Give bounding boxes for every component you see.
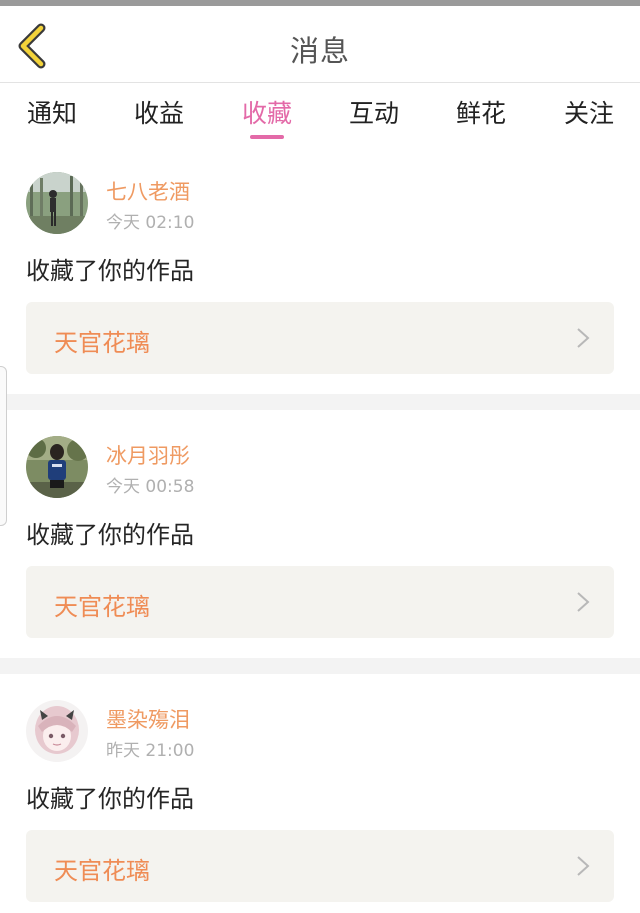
active-tab-indicator: [250, 135, 284, 139]
action-text: 收藏了你的作品: [26, 785, 194, 813]
work-title: 天官花璃: [54, 329, 150, 357]
tab-following[interactable]: 关注: [549, 94, 629, 144]
timestamp: 今天 02:10: [106, 213, 195, 233]
work-title: 天官花璃: [54, 857, 150, 885]
tab-label: 通知: [26, 99, 77, 128]
header-bar: 消息: [0, 6, 640, 83]
avatar-photo-person-icon[interactable]: [26, 436, 88, 498]
tab-bar: 通知 收益 收藏 互动 鲜花 关注: [0, 84, 640, 148]
list-item: 冰月羽彤 今天 00:58 收藏了你的作品 天官花璃: [0, 412, 640, 658]
tab-label: 收藏: [241, 99, 292, 128]
work-title: 天官花璃: [54, 593, 150, 621]
tab-earnings[interactable]: 收益: [119, 94, 199, 144]
tab-favorites[interactable]: 收藏: [227, 94, 307, 144]
chevron-right-icon: [577, 856, 590, 876]
work-link[interactable]: 天官花璃: [26, 302, 614, 374]
username[interactable]: 冰月羽彤: [106, 440, 190, 470]
action-text: 收藏了你的作品: [26, 521, 194, 549]
tab-flowers[interactable]: 鲜花: [441, 94, 521, 144]
tab-interactions[interactable]: 互动: [334, 94, 414, 144]
tab-label: 鲜花: [455, 99, 506, 128]
section-divider: [0, 394, 640, 410]
username[interactable]: 墨染殤泪: [106, 704, 190, 734]
tab-label: 关注: [563, 99, 614, 128]
timestamp: 今天 00:58: [106, 477, 195, 497]
timestamp: 昨天 21:00: [106, 741, 195, 761]
chevron-right-icon: [577, 592, 590, 612]
tab-label: 收益: [133, 99, 184, 128]
avatar-photo-outdoor-icon[interactable]: [26, 172, 88, 234]
section-divider: [0, 658, 640, 674]
work-link[interactable]: 天官花璃: [26, 566, 614, 638]
edge-panel-handle[interactable]: [0, 366, 7, 526]
tab-notifications[interactable]: 通知: [12, 94, 92, 144]
work-link[interactable]: 天官花璃: [26, 830, 614, 902]
avatar-anime-girl-icon[interactable]: [26, 700, 88, 762]
page-title: 消息: [289, 34, 350, 68]
list-item: 墨染殤泪 昨天 21:00 收藏了你的作品 天官花璃: [0, 676, 640, 913]
username[interactable]: 七八老酒: [106, 176, 190, 206]
list-item: 七八老酒 今天 02:10 收藏了你的作品 天官花璃: [0, 148, 640, 394]
chevron-right-icon: [577, 328, 590, 348]
tab-label: 互动: [348, 99, 399, 128]
action-text: 收藏了你的作品: [26, 257, 194, 285]
